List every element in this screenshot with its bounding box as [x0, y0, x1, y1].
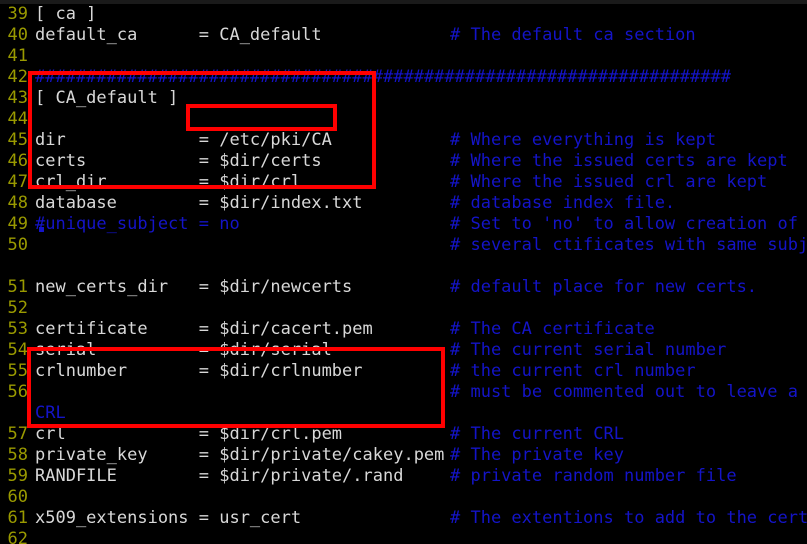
terminal-screen: 39 [ ca ] 40 default_ca = CA_default 41 42 ###… — [0, 0, 807, 544]
code-span: database = $dir/index.txt — [35, 193, 363, 213]
code-text[interactable]: [ CA_default ] — [28, 88, 178, 109]
code-span: new_certs_dir = $dir/newcerts — [35, 277, 353, 297]
line-number: 60 — [7, 487, 28, 507]
vim-line-list: 39 [ ca ] 40 default_ca = CA_default 41 42 ###… — [0, 4, 807, 544]
line-number: 55 — [7, 361, 28, 381]
line-number: 47 — [7, 172, 28, 192]
render-artifact-dot — [39, 227, 44, 232]
code-span: [ CA_default ] — [35, 88, 179, 108]
line-number: 59 — [7, 466, 28, 486]
code-text[interactable]: private_key = $dir/private/cakey.pem — [28, 445, 444, 466]
inline-comment: # The private key — [450, 445, 624, 465]
line-number: 50 — [7, 235, 28, 255]
code-text[interactable]: certificate = $dir/cacert.pem — [28, 319, 373, 340]
inline-comment: # The current serial number — [450, 340, 727, 360]
line-number: 62 — [7, 529, 28, 544]
code-line[interactable]: 39 [ ca ] — [0, 4, 807, 25]
code-span: private_key = $dir/private/cakey.pem — [35, 445, 445, 465]
inline-comment: # Where everything is kept — [450, 130, 717, 150]
code-line[interactable] — [0, 256, 807, 277]
code-line[interactable]: 58 private_key = $dir/private/cakey.pem — [0, 445, 807, 466]
inline-comment: # Where the issued certs are kept — [450, 151, 788, 171]
inline-comment: # must be commented out to leave a V1 CR… — [450, 382, 798, 402]
code-text[interactable]: serial = $dir/serial — [28, 340, 332, 361]
inline-comment: # The current CRL — [450, 424, 624, 444]
code-text[interactable]: default_ca = CA_default — [28, 25, 322, 46]
line-number: 48 — [7, 193, 28, 213]
code-text[interactable]: database = $dir/index.txt — [28, 193, 363, 214]
code-text[interactable]: RANDFILE = $dir/private/.rand — [28, 466, 403, 487]
inline-comment: # private random number file — [450, 466, 737, 486]
code-line[interactable]: 43 [ CA_default ] — [0, 88, 807, 109]
line-number: 61 — [7, 508, 28, 528]
line-number: 42 — [7, 67, 28, 87]
code-span: serial = $dir/serial — [35, 340, 332, 360]
line-number: 49 — [7, 214, 28, 234]
code-span: certificate = $dir/cacert.pem — [35, 319, 373, 339]
code-line[interactable]: 52 — [0, 298, 807, 319]
code-text[interactable]: certs = $dir/certs — [28, 151, 322, 172]
code-span: dir = /etc/pki/CA — [35, 130, 332, 150]
code-text[interactable]: crl = $dir/crl.pem — [28, 424, 342, 445]
code-text[interactable]: #unique_subject = no — [28, 214, 240, 235]
line-number: 52 — [7, 298, 28, 318]
line-number: 54 — [7, 340, 28, 360]
code-text[interactable]: x509_extensions = usr_cert — [28, 508, 301, 529]
line-number: 41 — [7, 46, 28, 66]
code-span: crlnumber = $dir/crlnumber — [35, 361, 363, 381]
code-span: ########################################… — [35, 67, 731, 87]
code-span: CRL — [35, 403, 66, 423]
terminal-title-bar — [0, 0, 807, 4]
inline-comment: # the current crl number — [450, 361, 696, 381]
code-span: crl_dir = $dir/crl — [35, 172, 302, 192]
code-span: crl = $dir/crl.pem — [35, 424, 343, 444]
inline-comment: # Where the issued crl are kept — [450, 172, 768, 192]
inline-comment: # Set to 'no' to allow creation of — [450, 214, 798, 234]
code-line[interactable]: 42 ######################################… — [0, 67, 807, 88]
line-number: 46 — [7, 151, 28, 171]
inline-comment: # database index file. — [450, 193, 676, 213]
line-number: 51 — [7, 277, 28, 297]
code-line[interactable]: 41 — [0, 46, 807, 67]
line-number: 40 — [7, 25, 28, 45]
line-number: 44 — [7, 109, 28, 129]
line-number: 39 — [7, 4, 28, 24]
line-number: 45 — [7, 130, 28, 150]
line-number: 53 — [7, 319, 28, 339]
code-text[interactable]: dir = /etc/pki/CA — [28, 130, 332, 151]
code-text[interactable]: crl_dir = $dir/crl — [28, 172, 301, 193]
inline-comment: # several ctificates with same subject — [450, 235, 807, 255]
code-line[interactable]: 53 certificate = $dir/cacert.pem — [0, 319, 807, 340]
code-line[interactable]: CRL — [0, 403, 807, 424]
code-text[interactable]: crlnumber = $dir/crlnumber — [28, 361, 363, 382]
line-number: 56 — [7, 382, 28, 402]
vim-buffer[interactable]: 39 [ ca ] 40 default_ca = CA_default 41 42 ###… — [0, 4, 807, 544]
code-span: certs = $dir/certs — [35, 151, 322, 171]
code-line[interactable]: 44 — [0, 109, 807, 130]
inline-comment: # default place for new certs. — [450, 277, 758, 297]
code-span: x509_extensions = usr_cert — [35, 508, 302, 528]
code-line[interactable]: 62 — [0, 529, 807, 544]
line-number: 58 — [7, 445, 28, 465]
code-text[interactable]: [ ca ] — [28, 4, 96, 25]
inline-comment: # The CA certificate — [450, 319, 655, 339]
code-line[interactable]: 48 database = $dir/index.txt — [0, 193, 807, 214]
code-text[interactable]: new_certs_dir = $dir/newcerts — [28, 277, 352, 298]
code-span: [ ca ] — [35, 4, 97, 24]
inline-comment: # The extentions to add to the cert — [450, 508, 807, 528]
code-text[interactable]: ########################################… — [28, 67, 731, 88]
line-number: 57 — [7, 424, 28, 444]
inline-comment: # The default ca section — [450, 25, 696, 45]
code-span: default_ca = CA_default — [35, 25, 322, 45]
code-line[interactable]: 60 — [0, 487, 807, 508]
code-text[interactable]: CRL — [28, 403, 66, 424]
code-line[interactable]: 57 crl = $dir/crl.pem — [0, 424, 807, 445]
code-span: #unique_subject = no — [35, 214, 240, 234]
line-number: 43 — [7, 88, 28, 108]
code-span: RANDFILE = $dir/private/.rand — [35, 466, 404, 486]
